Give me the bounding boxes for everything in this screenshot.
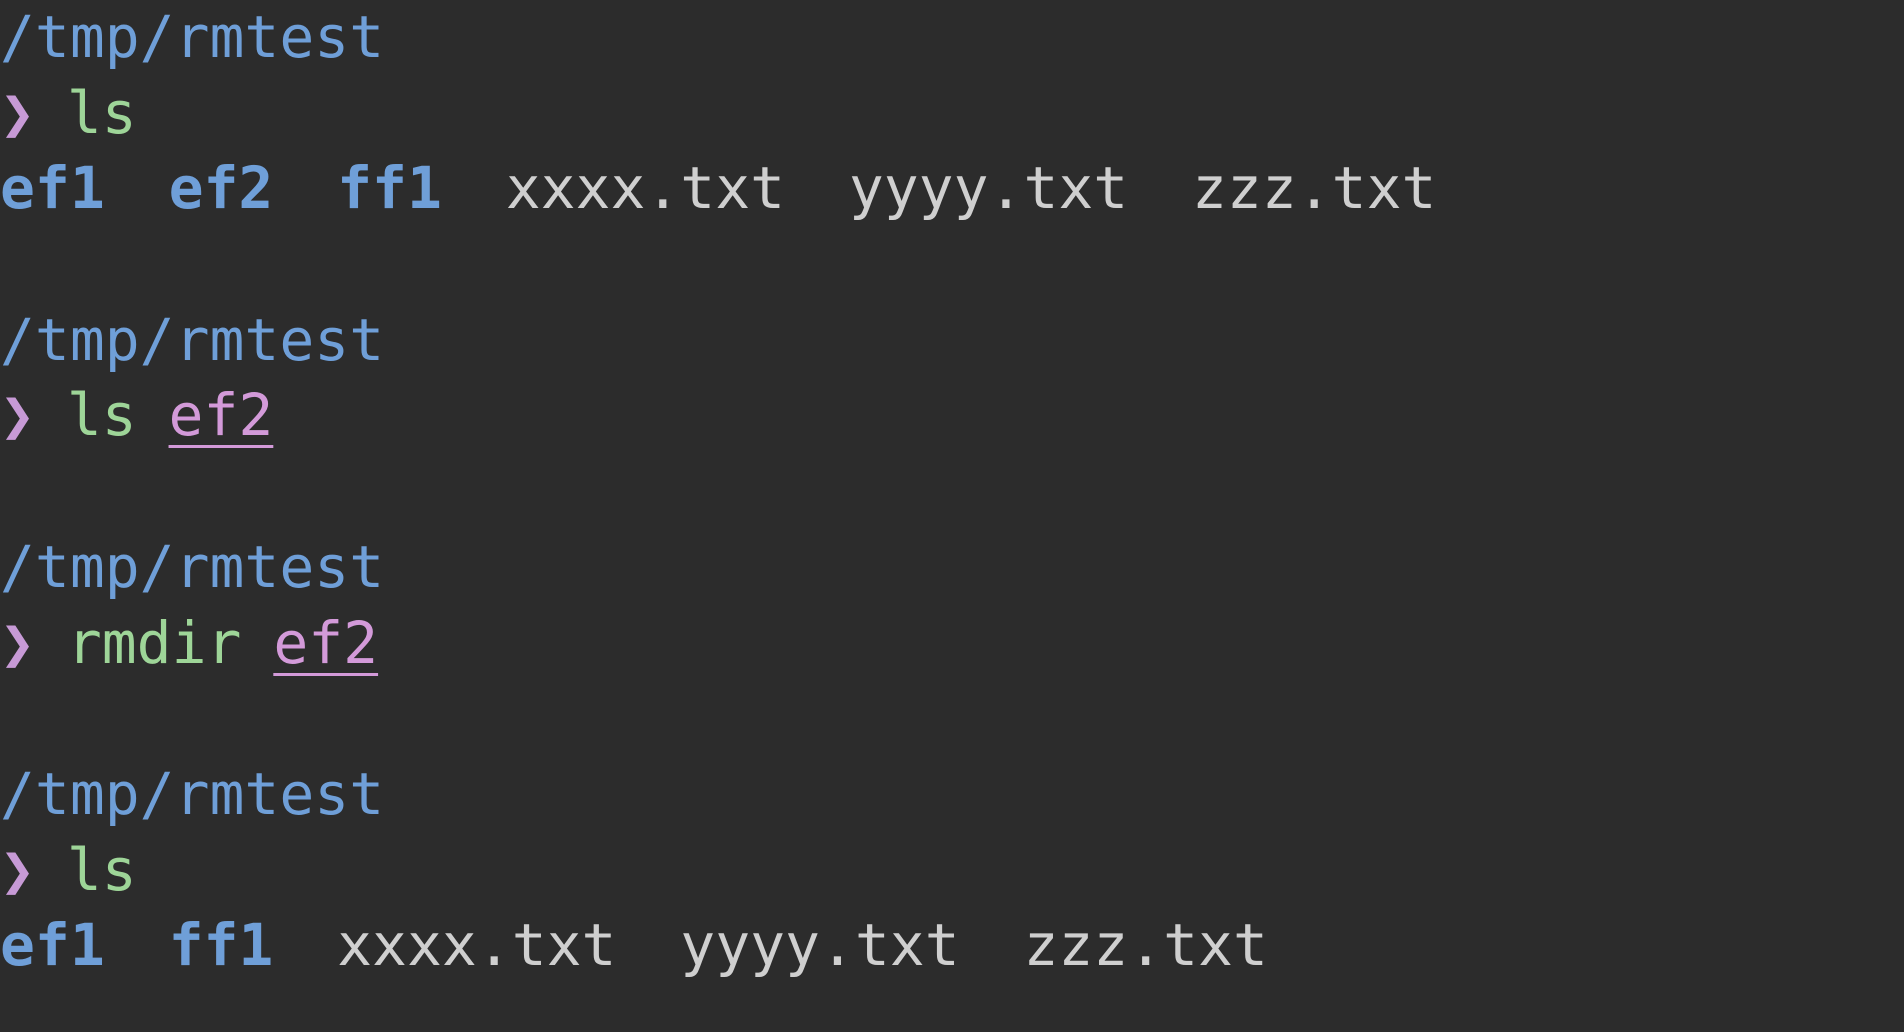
file-entry: yyyy.txt	[848, 154, 1129, 223]
cwd-line: /tmp/rmtest	[0, 0, 1904, 76]
file-entry: yyyy.txt	[680, 911, 960, 980]
command-line: ❯ ls ef2	[0, 378, 1904, 454]
ls-output: ef1 ff1 xxxx.txt yyyy.txt zzz.txt	[0, 908, 1904, 984]
directory-entry: ff1	[168, 911, 274, 980]
cwd-line: /tmp/rmtest	[0, 303, 1904, 379]
cwd-path: /tmp/rmtest	[0, 305, 385, 374]
ls-output: ef1 ef2 ff1 xxxx.txt yyyy.txt zzz.txt	[0, 151, 1904, 227]
directory-entry: ef1	[0, 154, 105, 223]
file-entry: xxxx.txt	[505, 154, 786, 223]
terminal-window[interactable]: /tmp/rmtest ❯ ls ef1 ef2 ff1 xxxx.txt yy…	[0, 0, 1904, 1032]
prompt-icon: ❯	[0, 381, 35, 450]
command-name: ls	[66, 78, 137, 147]
cwd-path: /tmp/rmtest	[0, 3, 385, 71]
cwd-line: /tmp/rmtest	[0, 757, 1904, 833]
command-line: ❯ ls	[0, 833, 1904, 909]
prompt-icon: ❯	[0, 835, 35, 904]
file-entry: xxxx.txt	[337, 911, 617, 980]
cwd-line: /tmp/rmtest	[0, 530, 1904, 606]
command-name: ls	[66, 381, 137, 450]
command-argument: ef2	[168, 381, 274, 450]
directory-entry: ef1	[0, 911, 105, 980]
prompt-icon: ❯	[0, 78, 35, 147]
prompt-icon: ❯	[0, 608, 35, 677]
directory-entry: ff1	[337, 154, 442, 223]
command-name: ls	[66, 835, 137, 904]
directory-entry: ef2	[168, 154, 274, 223]
cwd-path: /tmp/rmtest	[0, 532, 385, 601]
command-name: rmdir	[66, 608, 242, 677]
command-argument: ef2	[273, 608, 379, 677]
command-line: ❯ rmdir ef2	[0, 606, 1904, 682]
file-entry: zzz.txt	[1023, 911, 1268, 980]
file-entry: zzz.txt	[1192, 154, 1437, 223]
command-line: ❯ ls	[0, 76, 1904, 152]
cwd-path: /tmp/rmtest	[0, 759, 385, 828]
